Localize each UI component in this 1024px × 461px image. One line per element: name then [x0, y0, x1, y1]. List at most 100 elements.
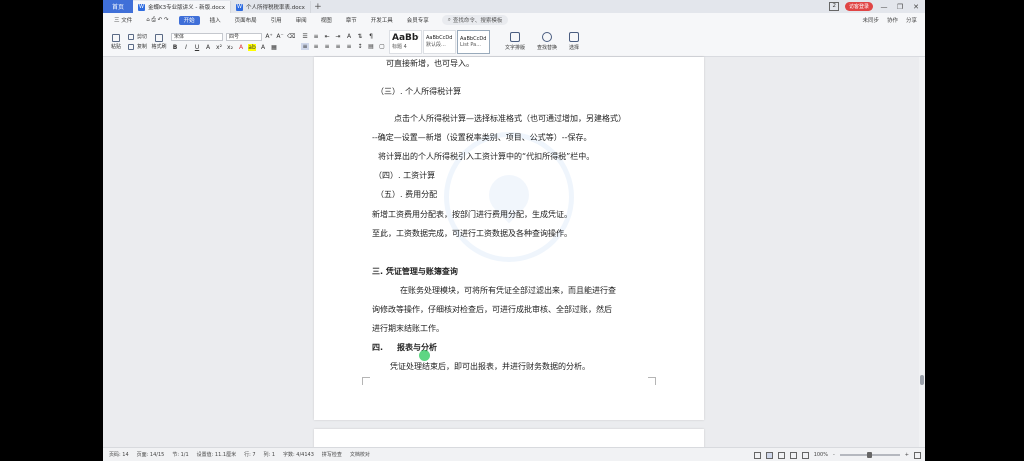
format-painter-button[interactable]: 格式刷	[150, 33, 168, 50]
zoom-slider[interactable]	[839, 452, 900, 458]
doc-line[interactable]: --确定—设置—新增（设置税率类别、项目、公式等）--保存。	[372, 132, 592, 143]
sync-status[interactable]: 未同步	[862, 16, 879, 24]
next-document-page[interactable]	[314, 429, 704, 449]
doc-tab-2[interactable]: W 个人所得税税率表.docx	[231, 1, 311, 13]
align-center-button[interactable]: ≡	[312, 43, 320, 50]
zoom-out-button[interactable]: -	[833, 452, 835, 458]
doc-line[interactable]: （四）. 工资计算	[374, 170, 435, 181]
doc-line[interactable]: 将计算出的个人所得税引入工资计算中的“代扣所得税”栏中。	[378, 151, 594, 162]
align-right-button[interactable]: ≡	[323, 43, 331, 50]
doc-tab-1[interactable]: W 金蝶K3专业版讲义 - 新版.docx	[133, 1, 231, 13]
line-spacing-button[interactable]: ↕	[356, 43, 364, 50]
clear-format-button[interactable]: ⌫	[287, 33, 295, 40]
status-pages[interactable]: 页面: 14/15	[133, 451, 169, 458]
zoom-slider-knob[interactable]	[867, 452, 873, 458]
web-view-icon[interactable]	[789, 451, 797, 459]
doc-line[interactable]: 新增工资费用分配表，按部门进行费用分配，生成凭证。	[372, 209, 572, 220]
font-name-select[interactable]: 宋体	[171, 32, 224, 41]
login-button[interactable]: 访客登录	[844, 2, 873, 11]
doc-heading[interactable]: 三. 凭证管理与账簿查询	[372, 266, 458, 277]
shrink-font-button[interactable]: A⁻	[276, 33, 284, 40]
font-size-select[interactable]: 四号	[226, 32, 263, 41]
strike-button[interactable]: A	[204, 44, 212, 51]
superscript-button[interactable]: x²	[215, 44, 223, 51]
bold-button[interactable]: B	[171, 44, 179, 51]
bullets-button[interactable]: ☰	[301, 33, 309, 40]
maximize-button[interactable]: ❐	[895, 3, 905, 11]
collaborate-button[interactable]: 协作	[887, 16, 898, 24]
doc-line[interactable]: 凭证处理结束后，即可出报表，并进行财务数据的分析。	[390, 361, 590, 372]
show-marks-button[interactable]: ¶	[367, 33, 375, 40]
doc-line[interactable]: （三）. 个人所得税计算	[376, 86, 461, 97]
file-menu[interactable]: 三 文件	[107, 13, 139, 27]
quick-access-icons: ⌂ ⎙ ↶ ↷	[146, 16, 169, 23]
text-layout-button[interactable]: 文字排版	[499, 32, 531, 51]
highlight-button[interactable]: ab	[248, 43, 257, 51]
shading-button[interactable]: ▤	[367, 43, 375, 50]
subscript-button[interactable]: x₂	[226, 44, 234, 51]
style-default-paragraph[interactable]: AaBbCcDd 默认段...	[423, 29, 457, 54]
command-search[interactable]: ⌕ 查找命令、搜索模板	[441, 15, 509, 25]
status-word-count[interactable]: 字数: 4/4143	[279, 451, 318, 458]
decrease-indent-button[interactable]: ⇤	[323, 33, 331, 40]
document-page[interactable]: 可直接新增，也可导入。 （三）. 个人所得税计算 点击个人所得税计算—选择标准格…	[314, 57, 704, 420]
distribute-button[interactable]: ≡	[345, 43, 353, 50]
menu-tab-developer[interactable]: 开发工具	[364, 13, 400, 27]
chinese-layout-button[interactable]: A	[345, 33, 353, 40]
outline-view-icon[interactable]	[777, 451, 785, 459]
zoom-in-button[interactable]: +	[905, 452, 909, 458]
sort-button[interactable]: ⇅	[356, 33, 364, 40]
menu-tab-view[interactable]: 视图	[314, 13, 339, 27]
char-shading-button[interactable]: ▦	[270, 44, 278, 51]
font-color-button[interactable]: A	[237, 44, 245, 51]
share-button[interactable]: 分享	[906, 16, 917, 24]
find-replace-button[interactable]: 查找替换	[531, 32, 563, 51]
menu-tab-section[interactable]: 章节	[339, 13, 364, 27]
doc-line[interactable]: 在账务处理模块，可将所有凭证全部过滤出来，而且能进行查	[400, 285, 616, 296]
menu-tab-member[interactable]: 会员专享	[400, 13, 436, 27]
fullscreen-icon[interactable]	[914, 451, 921, 459]
paste-button[interactable]: 粘贴	[107, 33, 125, 50]
copy-button[interactable]: 复制	[137, 43, 147, 50]
reading-view-icon[interactable]	[801, 451, 809, 459]
doc-line[interactable]: 至此，工资数据完成，可进行工资数据及各种查询操作。	[372, 228, 572, 239]
cut-button[interactable]: 剪切	[137, 33, 147, 40]
doc-line[interactable]: （五）. 费用分配	[376, 189, 437, 200]
scrollbar-thumb[interactable]	[920, 375, 924, 385]
page-view-icon[interactable]	[765, 451, 773, 459]
vertical-scrollbar[interactable]	[919, 57, 925, 447]
clipboard-group: 剪切 复制	[125, 28, 150, 56]
underline-button[interactable]: U	[193, 44, 201, 51]
grow-font-button[interactable]: A⁺	[265, 33, 273, 40]
doc-line[interactable]: 可直接新增，也可导入。	[386, 58, 474, 69]
close-button[interactable]: ✕	[911, 3, 921, 11]
document-workspace[interactable]: 可直接新增，也可导入。 （三）. 个人所得税计算 点击个人所得税计算—选择标准格…	[103, 57, 925, 449]
menu-tab-references[interactable]: 引用	[264, 13, 289, 27]
align-left-button[interactable]: ≡	[301, 43, 310, 50]
zoom-level[interactable]: 100%	[814, 452, 828, 458]
italic-button[interactable]: I	[182, 44, 190, 51]
doc-check-button[interactable]: 文档校对	[346, 451, 374, 458]
numbering-button[interactable]: ≡	[312, 33, 320, 40]
minimize-button[interactable]: —	[879, 3, 889, 11]
doc-line[interactable]: 进行期末结账工作。	[372, 323, 444, 334]
menu-tab-insert[interactable]: 插入	[203, 13, 228, 27]
status-page-number[interactable]: 页码: 14	[105, 451, 133, 458]
justify-button[interactable]: ≡	[334, 43, 342, 50]
doc-line[interactable]: 询修改等操作，仔细核对检查后，可进行成批审核、全部过账，然后	[372, 304, 612, 315]
eye-icon[interactable]	[753, 451, 761, 459]
char-border-button[interactable]: A	[259, 44, 267, 51]
menu-tab-review[interactable]: 审阅	[289, 13, 314, 27]
new-tab-button[interactable]: +	[311, 1, 325, 13]
style-heading4[interactable]: AaBbC 标题 4	[389, 29, 423, 54]
doc-line[interactable]: 点击个人所得税计算—选择标准格式（也可通过增加，另建格式）	[394, 113, 626, 124]
home-tab[interactable]: 首页	[103, 0, 133, 13]
menu-tab-page-layout[interactable]: 页面布局	[228, 13, 264, 27]
menu-tab-home[interactable]: 开始	[178, 15, 200, 25]
select-button[interactable]: 选择	[563, 32, 585, 51]
window-count-badge[interactable]: 2	[829, 2, 839, 11]
border-button[interactable]: ▢	[378, 43, 386, 50]
increase-indent-button[interactable]: ⇥	[334, 33, 342, 40]
spellcheck-button[interactable]: 拼写检查	[318, 451, 346, 458]
style-list-paragraph[interactable]: AaBbCcDd List Pa...	[457, 29, 491, 54]
